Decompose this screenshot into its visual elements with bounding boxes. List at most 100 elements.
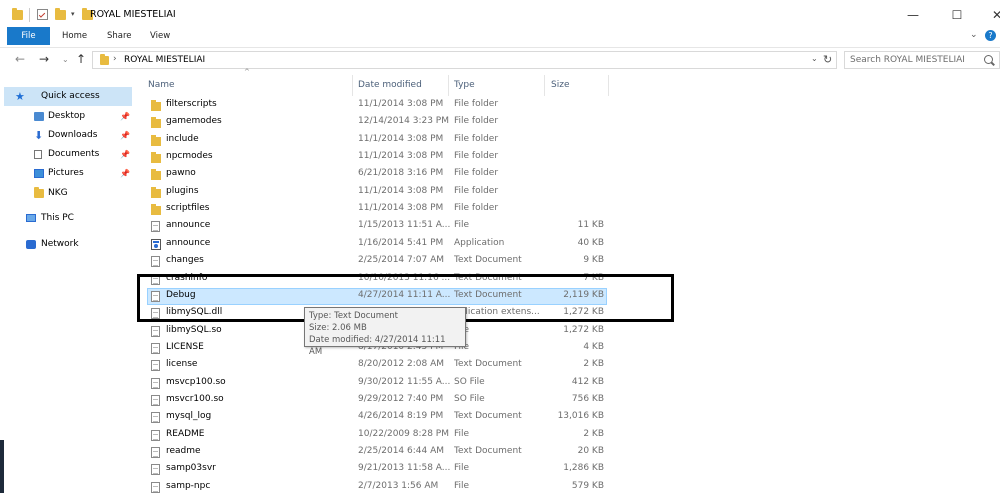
tab-file[interactable]: File [7,27,50,45]
file-name: samp-npc [166,480,211,491]
search-icon [984,55,993,64]
file-size: 2 KB [583,428,604,439]
close-button[interactable]: ✕ [975,4,1000,26]
file-icon [151,394,160,406]
recent-locations-icon[interactable]: ⌄ [62,55,69,64]
file-row[interactable]: msvcr100.so 9/29/2012 7:40 PM SO File 756 K… [0,392,1000,409]
customize-qat-icon[interactable]: ▾ [71,10,82,20]
address-row: ← → ⌄ ↑ › ROYAL MIESTELIAI ⌄ ↻ Search RO… [0,47,1000,72]
file-name: scriptfiles [166,203,210,214]
file-date: 2/25/2014 6:44 AM [358,446,445,456]
file-size: 1,272 KB [563,324,604,335]
file-row[interactable]: mysql_log 4/26/2014 8:19 PM Text Document 1… [0,409,1000,426]
file-row[interactable]: msvcp100.so 9/30/2012 11:55 A... SO File 41… [0,375,1000,392]
file-date: 1/15/2013 11:51 A... [358,220,450,231]
file-type: File folder [454,203,499,214]
file-row[interactable]: samp03svr 9/21/2013 11:58 A... File 1,286 K… [0,461,1000,478]
up-arrow-icon[interactable]: ↑ [76,52,86,66]
file-type: SO File [454,376,485,387]
file-row[interactable]: announce 1/16/2014 5:41 PM Application 40 K… [0,236,1000,253]
folder-icon [151,134,161,146]
column-header-type[interactable]: Type [454,74,475,96]
column-divider[interactable] [448,75,449,96]
column-divider[interactable] [544,75,545,96]
back-arrow-icon[interactable]: ← [15,52,25,66]
tab-view[interactable]: View [150,27,170,45]
chevron-down-icon[interactable]: ⌄ [970,30,978,40]
properties-icon[interactable] [37,9,48,20]
file-type: File folder [454,116,499,127]
forward-arrow-icon[interactable]: → [39,52,49,66]
minimize-button[interactable]: — [891,4,935,26]
file-row[interactable]: LICENSE8/17/2010 2:45 PMFile4 KB [0,340,1000,357]
file-type: Text Document [454,411,522,422]
file-icon [151,481,160,493]
file-row[interactable]: license 8/20/2012 2:08 AM Text Document 2 K… [0,357,1000,374]
file-row[interactable]: npcmodes 11/1/2014 3:08 PM File folder [0,149,1000,166]
file-row[interactable]: changes 2/25/2014 7:07 AM Text Document 9 K… [0,253,1000,270]
file-tooltip: Type: Text Document Size: 2.06 MB Date m… [304,307,466,357]
file-size: 2 KB [583,359,604,370]
file-name: npcmodes [166,151,213,162]
file-size: 579 KB [571,480,604,491]
file-date: 2/7/2013 1:56 AM [358,480,439,491]
file-row[interactable]: gamemodes 12/14/2014 3:23 PM File folder [0,114,1000,131]
column-header-name[interactable]: Name [148,74,175,96]
file-type: Text Document [454,359,522,370]
file-row[interactable]: scriptfiles 11/1/2014 3:08 PM File folder [0,201,1000,218]
file-type: File [454,428,470,439]
folder-icon [151,169,161,181]
file-row[interactable]: announce 1/15/2013 11:51 A... File 11 KB [0,218,1000,235]
file-row[interactable]: pawno 6/21/2018 3:16 PM File folder [0,166,1000,183]
file-size: 20 KB [577,446,604,456]
folder-icon [100,54,109,65]
file-date: 1/16/2014 5:41 PM [358,237,444,248]
file-date: 11/1/2014 3:08 PM [358,151,444,162]
column-divider[interactable] [608,75,609,96]
file-row[interactable]: readme 2/25/2014 6:44 AM Text Document 20 K… [0,444,1000,461]
file-date: 9/30/2012 11:55 A... [358,376,450,387]
refresh-icon[interactable]: ↻ [823,53,832,66]
search-input[interactable]: Search ROYAL MIESTELIAI [844,51,1000,69]
file-row[interactable]: include 11/1/2014 3:08 PM File folder [0,132,1000,149]
file-name: README [166,428,205,439]
file-row[interactable]: plugins 11/1/2014 3:08 PM File folder [0,184,1000,201]
new-folder-icon[interactable] [55,8,66,20]
folder-icon [151,204,161,216]
column-divider[interactable] [352,75,353,96]
breadcrumb[interactable]: ROYAL MIESTELIAI [124,55,205,65]
help-icon[interactable]: ? [985,30,996,41]
address-bar[interactable]: › ROYAL MIESTELIAI ⌄ ↻ [92,51,837,69]
file-icon [151,412,160,424]
file-date: 2/25/2014 7:07 AM [358,255,445,266]
search-placeholder: Search ROYAL MIESTELIAI [850,55,965,65]
file-type: File folder [454,168,499,179]
file-name: mysql_log [166,411,212,422]
file-row[interactable]: samp-npc 2/7/2013 1:56 AM File 579 KB [0,479,1000,493]
file-size: 9 KB [583,255,604,266]
file-size: 40 KB [577,237,604,248]
file-icon [151,447,160,458]
file-name: include [166,133,199,144]
window-title: ROYAL MIESTELIAI [90,9,176,20]
file-name: changes [166,255,204,266]
file-date: 6/21/2018 3:16 PM [358,168,444,179]
tab-home[interactable]: Home [62,27,87,45]
column-header-date[interactable]: Date modified [358,74,422,96]
file-icon [151,256,160,268]
file-icon [151,464,160,476]
file-row[interactable]: filterscripts 11/1/2014 3:08 PM File folde… [0,97,1000,114]
folder-icon [151,100,161,111]
file-row[interactable]: README 10/22/2009 8:28 PM File 2 KB [0,427,1000,444]
column-header-size[interactable]: Size [551,74,569,96]
tab-share[interactable]: Share [107,27,132,45]
divider [29,8,30,22]
chevron-down-icon[interactable]: ⌄ [811,54,818,63]
tooltip-date: Date modified: 4/27/2014 11:11 AM [309,335,446,357]
file-type: Text Document [454,255,522,266]
explorer-window: ▾ ROYAL MIESTELIAI — ☐ ✕ File Home Share… [0,0,1000,493]
file-type: File folder [454,133,499,144]
file-icon [151,342,160,354]
file-row[interactable]: libmySQL.soFile1,272 KB [0,323,1000,340]
maximize-button[interactable]: ☐ [935,4,979,26]
